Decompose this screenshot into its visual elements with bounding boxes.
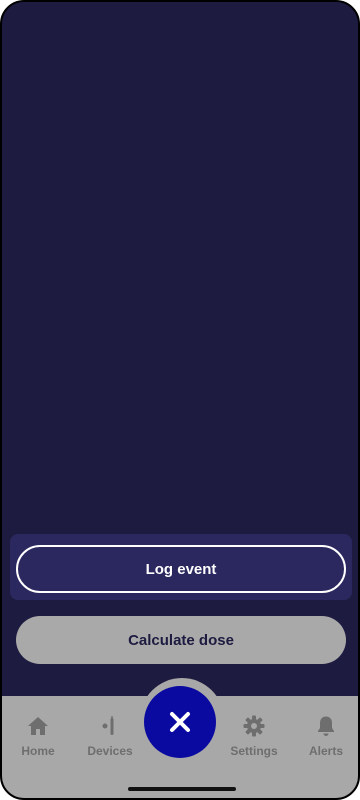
log-event-button[interactable]: Log event — [16, 545, 346, 593]
nav-label-settings: Settings — [230, 744, 278, 758]
nav-label-home: Home — [21, 744, 55, 758]
nav-label-devices: Devices — [87, 744, 133, 758]
nav-item-devices[interactable]: Devices — [80, 714, 140, 766]
log-event-label: Log event — [145, 560, 217, 578]
calculate-dose-label: Calculate dose — [128, 631, 234, 649]
close-icon — [170, 712, 190, 732]
calculate-dose-button[interactable]: Calculate dose — [16, 616, 346, 664]
nav-item-settings[interactable]: Settings — [224, 714, 284, 766]
close-menu-button[interactable] — [144, 686, 216, 758]
nav-label-alerts: Alerts — [308, 744, 343, 758]
home-indicator[interactable] — [128, 787, 236, 791]
devices-icon — [102, 716, 114, 735]
bell-icon — [318, 716, 334, 736]
gear-icon — [243, 715, 265, 737]
phone-screen: Log event Calculate dose Home Devices Se… — [0, 0, 360, 800]
nav-item-home[interactable]: Home — [8, 714, 68, 766]
home-icon — [28, 717, 48, 735]
nav-item-alerts[interactable]: Alerts — [296, 714, 356, 766]
